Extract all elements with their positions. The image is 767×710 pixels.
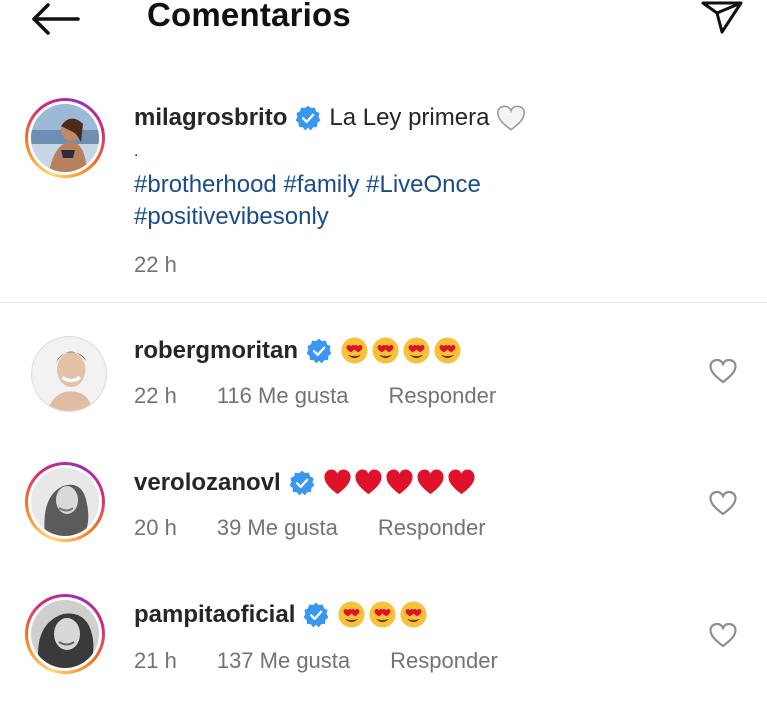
red-heart-emoji-icon	[447, 468, 476, 497]
reply-button[interactable]: Responder	[390, 648, 498, 674]
comment-time: 22 h	[134, 383, 177, 408]
comment-header-line: pampitaoficial	[134, 600, 430, 629]
red-heart-emoji-icon	[323, 468, 352, 497]
paper-plane-icon[interactable]	[700, 0, 744, 34]
hashtags-line-2[interactable]: #positivevibesonly	[134, 201, 329, 232]
heart-eyes-emoji-icon	[371, 336, 400, 365]
profile-photo	[32, 337, 106, 411]
verified-badge-icon	[295, 105, 321, 131]
comment-meta: 20 h 39 Me gusta Responder	[134, 515, 526, 541]
red-heart-emoji-icon	[385, 468, 414, 497]
verified-badge-icon	[289, 470, 315, 496]
divider	[0, 302, 767, 303]
reply-button[interactable]: Responder	[389, 383, 497, 409]
comment-header-line: verolozanovl	[134, 468, 478, 497]
comment-username[interactable]: robergmoritan	[134, 337, 298, 365]
comment-header-line: robergmoritan	[134, 336, 464, 365]
comment-emojis	[323, 468, 478, 497]
comment-time: 20 h	[134, 515, 177, 540]
comment-emojis	[340, 336, 464, 365]
caption-header-line: milagrosbrito La Ley primera	[134, 104, 527, 132]
avatar-milagrosbrito[interactable]	[25, 98, 105, 178]
verified-badge-icon	[303, 602, 329, 628]
red-heart-emoji-icon	[416, 468, 445, 497]
like-heart-icon[interactable]	[708, 489, 738, 517]
page-title: Comentarios	[147, 0, 351, 33]
red-heart-emoji-icon	[354, 468, 383, 497]
like-heart-icon[interactable]	[708, 357, 738, 385]
comment-meta: 21 h 137 Me gusta Responder	[134, 648, 538, 674]
avatar-pampitaoficial[interactable]	[25, 594, 105, 674]
comment-likes[interactable]: 137 Me gusta	[217, 648, 350, 674]
heart-eyes-emoji-icon	[340, 336, 369, 365]
comment-username[interactable]: verolozanovl	[134, 469, 281, 497]
top-bar: Comentarios	[0, 0, 767, 40]
heart-eyes-emoji-icon	[433, 336, 462, 365]
caption-time: 22 h	[134, 252, 177, 277]
white-heart-emoji-icon	[497, 105, 526, 131]
comment-username[interactable]: pampitaoficial	[134, 601, 295, 629]
comment-emojis	[337, 600, 430, 629]
comment-likes[interactable]: 116 Me gusta	[217, 383, 349, 409]
comment-time: 21 h	[134, 648, 177, 673]
heart-eyes-emoji-icon	[402, 336, 431, 365]
heart-eyes-emoji-icon	[368, 600, 397, 629]
profile-photo	[31, 600, 99, 668]
caption-meta: 22 h	[134, 252, 217, 278]
username-milagrosbrito[interactable]: milagrosbrito	[134, 104, 287, 132]
verified-badge-icon	[306, 338, 332, 364]
comment-meta: 22 h 116 Me gusta Responder	[134, 383, 536, 409]
avatar-robergmoritan[interactable]	[31, 336, 107, 412]
caption-dot: .	[134, 143, 139, 160]
reply-button[interactable]: Responder	[378, 515, 486, 541]
like-heart-icon[interactable]	[708, 621, 738, 649]
profile-photo	[31, 468, 99, 536]
heart-eyes-emoji-icon	[337, 600, 366, 629]
heart-eyes-emoji-icon	[399, 600, 428, 629]
avatar-verolozanovl[interactable]	[25, 462, 105, 542]
hashtags-line-1[interactable]: #brotherhood #family #LiveOnce	[134, 169, 481, 200]
profile-photo	[31, 104, 99, 172]
arrow-left-icon[interactable]	[30, 2, 82, 36]
caption-text: La Ley primera	[329, 104, 490, 131]
comment-likes[interactable]: 39 Me gusta	[217, 515, 338, 541]
